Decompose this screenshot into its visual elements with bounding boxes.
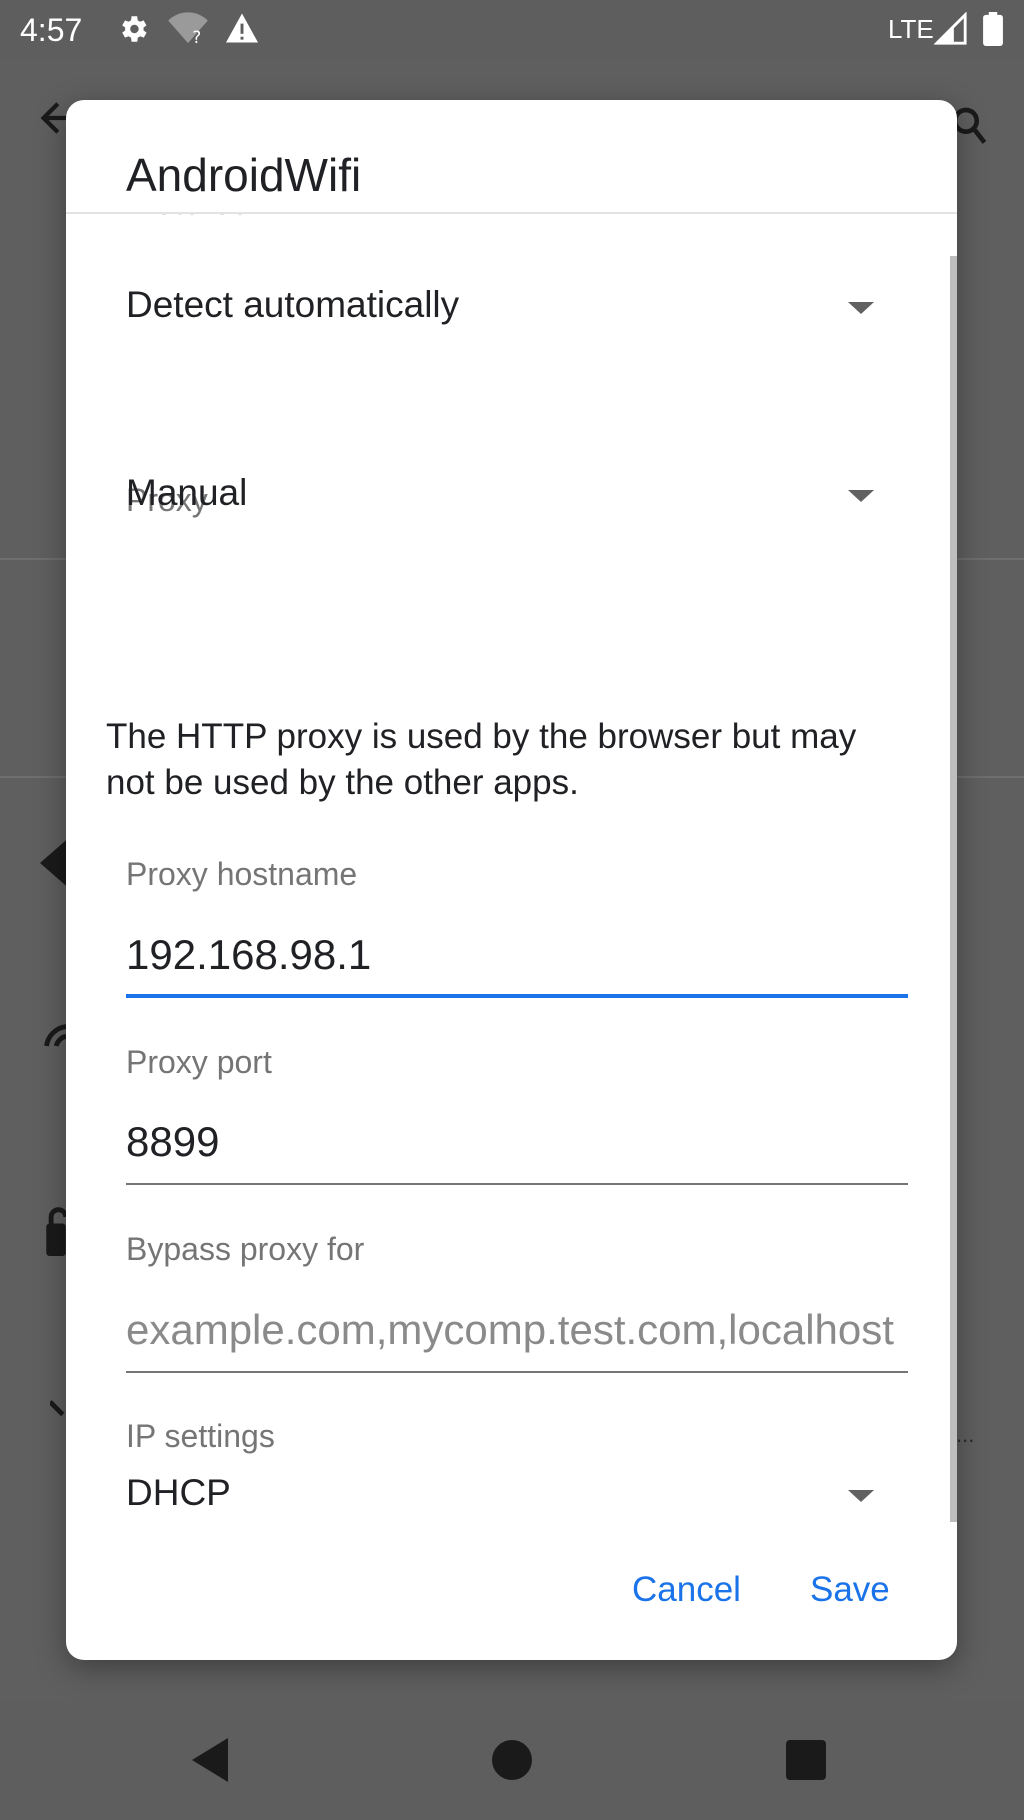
- metered-value: Detect automatically: [126, 284, 460, 325]
- bypass-proxy-field[interactable]: [126, 1293, 908, 1373]
- background-signal-icon: [44, 1024, 66, 1047]
- navigation-bar: [0, 1700, 1024, 1820]
- wifi-settings-dialog: AndroidWifi Metered Detect automatically…: [66, 100, 957, 1660]
- proxy-hostname-input[interactable]: [126, 918, 908, 992]
- dialog-scroll-area[interactable]: Metered Detect automatically Proxy Manua…: [66, 214, 957, 1534]
- wifi-unknown-icon: ?: [168, 12, 208, 46]
- proxy-value: Manual: [126, 472, 248, 513]
- proxy-hostname-underline: [126, 994, 908, 998]
- bypass-proxy-label: Bypass proxy for: [126, 1231, 365, 1267]
- dialog-scrollbar[interactable]: [950, 256, 957, 1522]
- background-chevron-icon: [50, 1400, 65, 1417]
- proxy-hostname-label: Proxy hostname: [126, 856, 358, 892]
- ip-settings-dropdown[interactable]: DHCP: [126, 1454, 886, 1534]
- dropdown-arrow-icon: [848, 302, 874, 314]
- dialog-title: AndroidWifi: [126, 149, 362, 201]
- metered-label: Metered: [126, 214, 251, 223]
- save-button[interactable]: Save: [810, 1570, 890, 1610]
- proxy-info-text: The HTTP proxy is used by the browser bu…: [106, 717, 857, 802]
- cell-signal-icon: [934, 12, 967, 45]
- recents-nav-icon[interactable]: [786, 1740, 826, 1780]
- background-ellipsis: ...: [956, 1422, 975, 1447]
- dropdown-arrow-icon: [848, 490, 874, 502]
- proxy-port-underline: [126, 1183, 908, 1185]
- cancel-button[interactable]: Cancel: [632, 1570, 741, 1610]
- bypass-proxy-underline: [126, 1371, 908, 1373]
- status-time: 4:57: [20, 12, 83, 48]
- back-nav-icon[interactable]: [192, 1738, 232, 1782]
- background-wifi-icon: [40, 840, 66, 886]
- proxy-port-field[interactable]: [126, 1105, 908, 1185]
- dropdown-arrow-icon: [848, 1490, 874, 1502]
- background-search-icon: [952, 107, 986, 144]
- proxy-port-label: Proxy port: [126, 1044, 272, 1080]
- svg-text:?: ?: [192, 28, 201, 46]
- proxy-port-input[interactable]: [126, 1105, 908, 1179]
- background-lock-icon: [46, 1207, 66, 1256]
- proxy-hostname-field[interactable]: [126, 918, 908, 998]
- status-bar: 4:57 ? LTE: [0, 0, 1024, 58]
- network-type-label: LTE: [888, 14, 934, 44]
- settings-gear-icon: [122, 16, 147, 42]
- ip-settings-label: IP settings: [126, 1418, 275, 1454]
- battery-icon: [983, 12, 1003, 46]
- metered-dropdown[interactable]: Detect automatically: [126, 266, 886, 346]
- proxy-dropdown[interactable]: Manual: [126, 454, 886, 534]
- warning-icon: [226, 13, 258, 43]
- ip-settings-value: DHCP: [126, 1472, 231, 1513]
- bypass-proxy-input[interactable]: [126, 1293, 908, 1367]
- home-nav-icon[interactable]: [492, 1740, 532, 1780]
